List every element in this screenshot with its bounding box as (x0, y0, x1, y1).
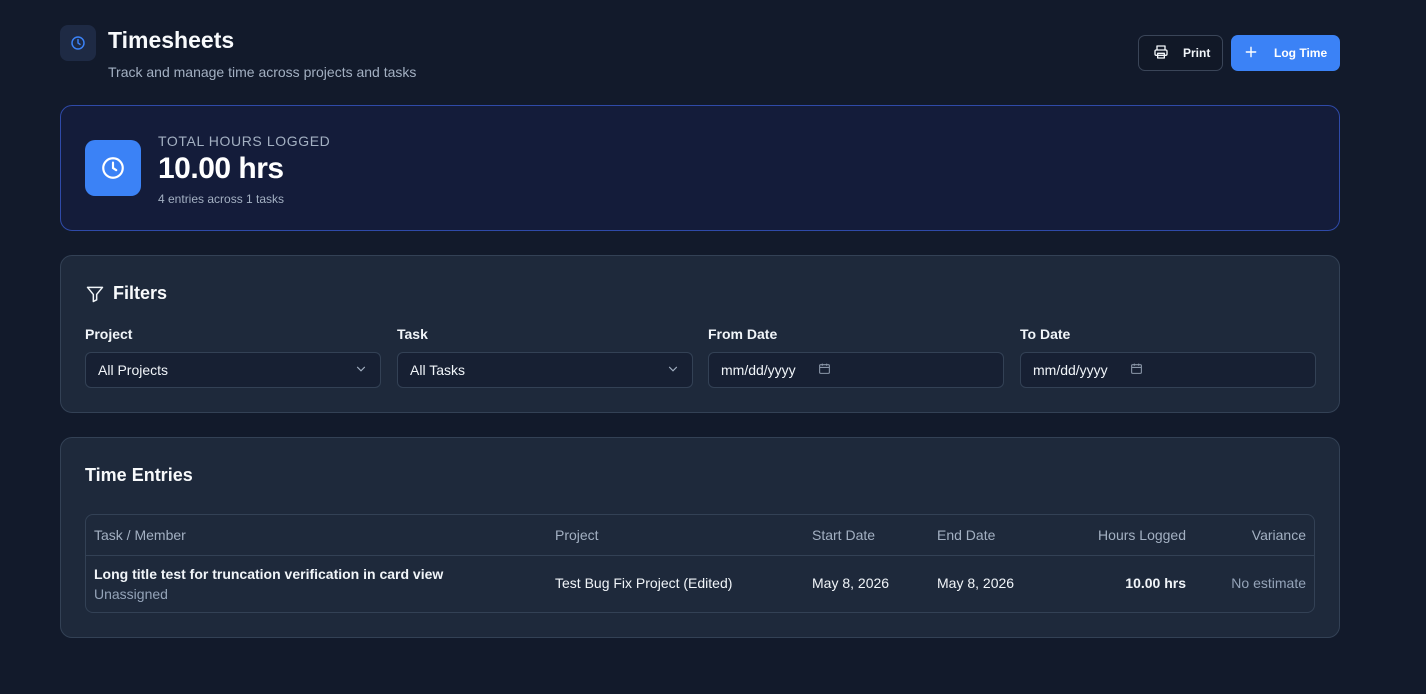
project-select-value: All Projects (98, 362, 169, 378)
task-filter: Task All Tasks (397, 326, 693, 388)
project-select[interactable]: All Projects (85, 352, 381, 388)
column-header-task-member: Task / Member (94, 527, 186, 543)
task-select[interactable]: All Tasks (397, 352, 693, 388)
filter-icon (85, 284, 105, 309)
table-header: Task / Member Project Start Date End Dat… (86, 515, 1314, 556)
calendar-icon[interactable] (818, 362, 831, 378)
chevron-down-icon (354, 362, 368, 379)
from-date-placeholder: mm/dd/yyyy (721, 362, 796, 378)
chevron-down-icon (666, 362, 680, 379)
print-button[interactable]: Print (1138, 35, 1223, 71)
to-date-input[interactable]: mm/dd/yyyy (1020, 352, 1316, 388)
page-header: Timesheets Track and manage time across … (60, 25, 1340, 85)
entry-end-date: May 8, 2026 (937, 575, 1015, 591)
page-subtitle: Track and manage time across projects an… (108, 64, 417, 80)
entry-project: Test Bug Fix Project (Edited) (555, 575, 733, 591)
from-date-filter: From Date mm/dd/yyyy (708, 326, 1004, 388)
from-date-input[interactable]: mm/dd/yyyy (708, 352, 1004, 388)
column-header-variance: Variance (1251, 527, 1306, 543)
filters-card: Filters Project All Projects Task All Ta… (60, 255, 1340, 413)
total-hours-summary: 4 entries across 1 tasks (158, 192, 285, 206)
total-hours-value: 10.00 hrs (158, 152, 284, 185)
entry-hours: 10.00 hrs (1125, 575, 1186, 591)
column-header-hours: Hours Logged (1098, 527, 1186, 543)
task-select-value: All Tasks (410, 362, 465, 378)
to-date-label: To Date (1020, 326, 1071, 342)
from-date-label: From Date (708, 326, 778, 342)
column-header-start-date: Start Date (812, 527, 876, 543)
time-entries-title: Time Entries (85, 465, 193, 485)
print-label: Print (1183, 46, 1211, 60)
entry-variance: No estimate (1231, 575, 1306, 591)
task-title: Long title test for truncation verificat… (94, 566, 444, 582)
clock-icon (60, 25, 96, 61)
printer-icon (1153, 44, 1169, 63)
log-time-button[interactable]: Log Time (1231, 35, 1340, 71)
to-date-filter: To Date mm/dd/yyyy (1020, 326, 1316, 388)
clock-icon (85, 140, 141, 196)
column-header-project: Project (555, 527, 599, 543)
total-hours-label: TOTAL HOURS LOGGED (158, 133, 331, 149)
task-member: Unassigned (94, 586, 168, 602)
entry-start-date: May 8, 2026 (812, 575, 890, 591)
task-filter-label: Task (397, 326, 428, 342)
calendar-icon[interactable] (1130, 362, 1143, 378)
project-filter-label: Project (85, 326, 133, 342)
page-title: Timesheets (108, 27, 235, 53)
log-time-label: Log Time (1274, 46, 1328, 60)
plus-icon (1244, 45, 1258, 62)
time-entries-card: Time Entries Task / Member Project Start… (60, 437, 1340, 638)
to-date-placeholder: mm/dd/yyyy (1033, 362, 1108, 378)
project-filter: Project All Projects (85, 326, 381, 388)
filters-title: Filters (113, 283, 168, 303)
column-header-end-date: End Date (937, 527, 996, 543)
table-row[interactable]: Long title test for truncation verificat… (86, 556, 1314, 612)
time-entries-table: Task / Member Project Start Date End Dat… (85, 514, 1315, 613)
total-hours-card: TOTAL HOURS LOGGED 10.00 hrs 4 entries a… (60, 105, 1340, 231)
